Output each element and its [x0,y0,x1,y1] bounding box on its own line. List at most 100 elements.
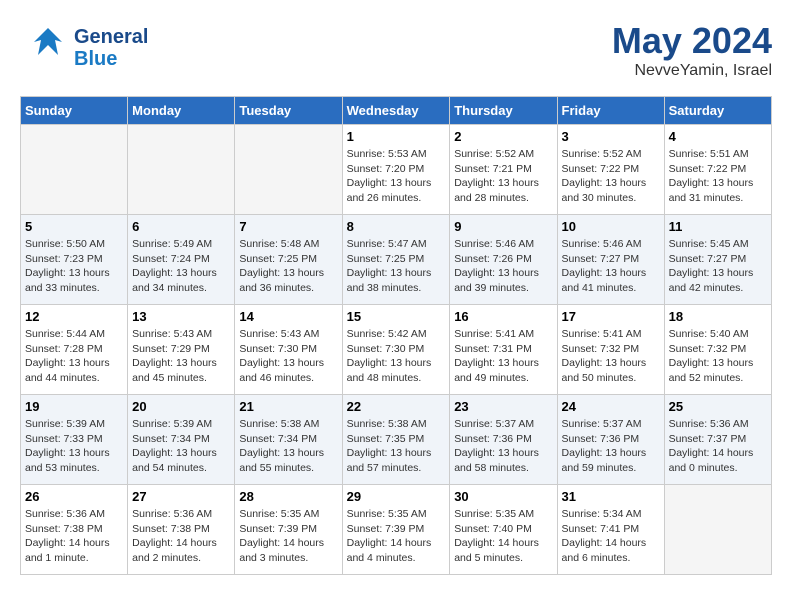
calendar-cell: 24Sunrise: 5:37 AMSunset: 7:36 PMDayligh… [557,395,664,485]
day-number: 7 [239,219,337,234]
weekday-header-wednesday: Wednesday [342,97,450,125]
day-number: 17 [562,309,660,324]
day-info: Sunrise: 5:40 AMSunset: 7:32 PMDaylight:… [669,327,767,386]
calendar-cell: 31 Sunrise: 5:34 AMSunset: 7:41 PMDayligh… [557,485,664,575]
day-number: 15 [347,309,446,324]
calendar-cell: 11 Sunrise: 5:45 AMSunset: 7:27 PMDayligh… [664,215,771,305]
calendar-week-row: 26 Sunrise: 5:36 AMSunset: 7:38 PMDayligh… [21,485,772,575]
weekday-header-monday: Monday [128,97,235,125]
day-info: Sunrise: 5:44 AMSunset: 7:28 PMDaylight:… [25,327,123,386]
calendar-cell: 18Sunrise: 5:40 AMSunset: 7:32 PMDayligh… [664,305,771,395]
month-title: May 2024 [612,20,772,62]
day-info: Sunrise: 5:50 AMSunset: 7:23 PMDaylight:… [25,237,123,296]
day-number: 13 [132,309,230,324]
calendar-cell: 4 Sunrise: 5:51 AMSunset: 7:22 PMDaylight… [664,125,771,215]
day-info: Sunrise: 5:35 AMSunset: 7:39 PMDaylight:… [347,507,446,566]
day-number: 12 [25,309,123,324]
weekday-header-tuesday: Tuesday [235,97,342,125]
page-header: General Blue May 2024 NevveYamin, Israel [20,20,772,80]
day-number: 30 [454,489,552,504]
calendar-cell: 9Sunrise: 5:46 AMSunset: 7:26 PMDaylight… [450,215,557,305]
day-info: Sunrise: 5:37 AMSunset: 7:36 PMDaylight:… [454,417,552,476]
day-info: Sunrise: 5:49 AMSunset: 7:24 PMDaylight:… [132,237,230,296]
day-info: Sunrise: 5:38 AMSunset: 7:35 PMDaylight:… [347,417,446,476]
calendar-cell: 2 Sunrise: 5:52 AMSunset: 7:21 PMDaylight… [450,125,557,215]
calendar-week-row: 5 Sunrise: 5:50 AMSunset: 7:23 PMDaylight… [21,215,772,305]
day-info: Sunrise: 5:48 AMSunset: 7:25 PMDaylight:… [239,237,337,296]
day-info: Sunrise: 5:37 AMSunset: 7:36 PMDaylight:… [562,417,660,476]
day-number: 11 [669,219,767,234]
weekday-header-sunday: Sunday [21,97,128,125]
day-number: 21 [239,399,337,414]
day-number: 10 [562,219,660,234]
day-info: Sunrise: 5:35 AMSunset: 7:39 PMDaylight:… [239,507,337,566]
calendar-cell [664,485,771,575]
day-info: Sunrise: 5:45 AMSunset: 7:27 PMDaylight:… [669,237,767,296]
title-block: May 2024 NevveYamin, Israel [612,20,772,80]
day-number: 31 [562,489,660,504]
day-info: Sunrise: 5:51 AMSunset: 7:22 PMDaylight:… [669,147,767,206]
calendar-cell: 3Sunrise: 5:52 AMSunset: 7:22 PMDaylight… [557,125,664,215]
calendar-cell: 20Sunrise: 5:39 AMSunset: 7:34 PMDayligh… [128,395,235,485]
day-info: Sunrise: 5:46 AMSunset: 7:27 PMDaylight:… [562,237,660,296]
day-info: Sunrise: 5:53 AMSunset: 7:20 PMDaylight:… [347,147,446,206]
day-info: Sunrise: 5:43 AMSunset: 7:30 PMDaylight:… [239,327,337,386]
calendar-cell: 17 Sunrise: 5:41 AMSunset: 7:32 PMDayligh… [557,305,664,395]
day-number: 2 [454,129,552,144]
day-number: 4 [669,129,767,144]
day-info: Sunrise: 5:35 AMSunset: 7:40 PMDaylight:… [454,507,552,566]
day-info: Sunrise: 5:52 AMSunset: 7:22 PMDaylight:… [562,147,660,206]
calendar-cell: 10 Sunrise: 5:46 AMSunset: 7:27 PMDayligh… [557,215,664,305]
calendar-week-row: 19 Sunrise: 5:39 AMSunset: 7:33 PMDayligh… [21,395,772,485]
logo-general: General [74,26,148,48]
day-info: Sunrise: 5:39 AMSunset: 7:34 PMDaylight:… [132,417,230,476]
calendar-cell: 25 Sunrise: 5:36 AMSunset: 7:37 PMDayligh… [664,395,771,485]
calendar-week-row: 1 Sunrise: 5:53 AMSunset: 7:20 PMDaylight… [21,125,772,215]
day-number: 29 [347,489,446,504]
day-number: 1 [347,129,446,144]
day-info: Sunrise: 5:36 AMSunset: 7:38 PMDaylight:… [132,507,230,566]
calendar-cell: 5 Sunrise: 5:50 AMSunset: 7:23 PMDaylight… [21,215,128,305]
day-number: 8 [347,219,446,234]
calendar-table: SundayMondayTuesdayWednesdayThursdayFrid… [20,96,772,575]
calendar-cell: 23 Sunrise: 5:37 AMSunset: 7:36 PMDayligh… [450,395,557,485]
calendar-cell [21,125,128,215]
day-number: 23 [454,399,552,414]
calendar-cell [235,125,342,215]
calendar-cell: 29 Sunrise: 5:35 AMSunset: 7:39 PMDayligh… [342,485,450,575]
calendar-cell: 27 Sunrise: 5:36 AMSunset: 7:38 PMDayligh… [128,485,235,575]
day-info: Sunrise: 5:41 AMSunset: 7:32 PMDaylight:… [562,327,660,386]
day-info: Sunrise: 5:38 AMSunset: 7:34 PMDaylight:… [239,417,337,476]
weekday-header-thursday: Thursday [450,97,557,125]
day-number: 27 [132,489,230,504]
weekday-header-saturday: Saturday [664,97,771,125]
day-info: Sunrise: 5:34 AMSunset: 7:41 PMDaylight:… [562,507,660,566]
day-info: Sunrise: 5:36 AMSunset: 7:37 PMDaylight:… [669,417,767,476]
calendar-cell: 21 Sunrise: 5:38 AMSunset: 7:34 PMDayligh… [235,395,342,485]
day-number: 19 [25,399,123,414]
day-info: Sunrise: 5:39 AMSunset: 7:33 PMDaylight:… [25,417,123,476]
calendar-cell: 28Sunrise: 5:35 AMSunset: 7:39 PMDayligh… [235,485,342,575]
day-number: 26 [25,489,123,504]
weekday-header-friday: Friday [557,97,664,125]
calendar-cell: 13 Sunrise: 5:43 AMSunset: 7:29 PMDayligh… [128,305,235,395]
calendar-header-row: SundayMondayTuesdayWednesdayThursdayFrid… [21,97,772,125]
day-info: Sunrise: 5:41 AMSunset: 7:31 PMDaylight:… [454,327,552,386]
day-info: Sunrise: 5:52 AMSunset: 7:21 PMDaylight:… [454,147,552,206]
day-info: Sunrise: 5:42 AMSunset: 7:30 PMDaylight:… [347,327,446,386]
calendar-cell: 1 Sunrise: 5:53 AMSunset: 7:20 PMDaylight… [342,125,450,215]
day-number: 6 [132,219,230,234]
calendar-cell: 7 Sunrise: 5:48 AMSunset: 7:25 PMDaylight… [235,215,342,305]
day-number: 25 [669,399,767,414]
day-number: 5 [25,219,123,234]
day-number: 14 [239,309,337,324]
logo: General Blue [20,20,148,75]
day-info: Sunrise: 5:43 AMSunset: 7:29 PMDaylight:… [132,327,230,386]
calendar-cell: 26Sunrise: 5:36 AMSunset: 7:38 PMDayligh… [21,485,128,575]
calendar-cell: 15 Sunrise: 5:42 AMSunset: 7:30 PMDayligh… [342,305,450,395]
calendar-cell: 14 Sunrise: 5:43 AMSunset: 7:30 PMDayligh… [235,305,342,395]
day-info: Sunrise: 5:46 AMSunset: 7:26 PMDaylight:… [454,237,552,296]
calendar-cell: 30 Sunrise: 5:35 AMSunset: 7:40 PMDayligh… [450,485,557,575]
calendar-cell: 12 Sunrise: 5:44 AMSunset: 7:28 PMDayligh… [21,305,128,395]
calendar-week-row: 12 Sunrise: 5:44 AMSunset: 7:28 PMDayligh… [21,305,772,395]
